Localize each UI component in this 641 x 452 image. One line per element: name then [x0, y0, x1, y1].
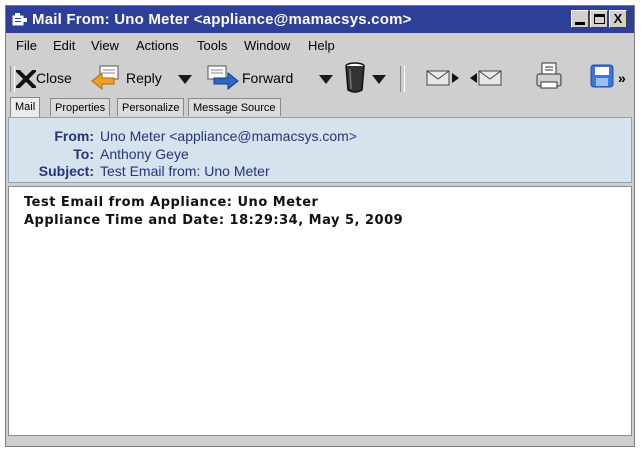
to-value[interactable]: Anthony Geye — [100, 146, 189, 162]
trash-dropdown-icon[interactable] — [372, 75, 386, 84]
toolbar: Close Reply Forward » — [6, 58, 634, 98]
mail-window-icon — [12, 13, 27, 26]
menu-window[interactable]: Window — [244, 38, 290, 53]
reply-icon — [91, 65, 119, 91]
menu-tools[interactable]: Tools — [197, 38, 227, 53]
tab-properties[interactable]: Properties — [50, 98, 111, 116]
window-title: Mail From: Uno Meter <appliance@mamacsys… — [32, 11, 412, 28]
close-button[interactable]: Close — [16, 62, 82, 94]
toolbar-grip — [10, 66, 15, 92]
tab-personalize[interactable]: Personalize — [117, 98, 185, 116]
tab-mail[interactable]: Mail — [10, 97, 41, 117]
close-x-icon — [16, 70, 36, 88]
title-bar[interactable]: Mail From: Uno Meter <appliance@mamacsys… — [6, 6, 634, 33]
close-icon: X — [613, 11, 623, 26]
menu-bar: File Edit View Actions Tools Window Help — [6, 34, 634, 56]
reply-dropdown-icon[interactable] — [178, 75, 192, 84]
close-label: Close — [36, 70, 72, 86]
menu-edit[interactable]: Edit — [53, 38, 75, 53]
message-body[interactable]: Test Email from Appliance: Uno Meter App… — [8, 186, 632, 436]
body-line: Test Email from Appliance: Uno Meter — [24, 195, 319, 210]
maximize-icon — [594, 14, 605, 24]
menu-help[interactable]: Help — [308, 38, 335, 53]
to-label: To: — [73, 146, 94, 162]
save-icon[interactable] — [590, 64, 614, 88]
mail-window: Mail From: Uno Meter <appliance@mamacsys… — [5, 5, 635, 447]
forward-label: Forward — [242, 70, 294, 86]
forward-button[interactable]: Forward — [206, 62, 306, 94]
reply-button[interactable]: Reply — [90, 62, 174, 94]
close-window-button[interactable]: X — [609, 10, 627, 28]
print-icon[interactable] — [536, 62, 562, 90]
tab-strip: Mail Properties Personalize Message Sour… — [6, 97, 634, 117]
subject-label: Subject: — [38, 163, 94, 179]
body-line: Appliance Time and Date: 18:29:34, May 5… — [24, 213, 404, 228]
next-message-icon[interactable] — [426, 68, 460, 88]
from-value[interactable]: Uno Meter <appliance@mamacsys.com> — [100, 128, 357, 144]
more-tools-icon[interactable]: » — [618, 70, 626, 86]
minimize-icon — [575, 22, 585, 25]
forward-dropdown-icon[interactable] — [319, 75, 333, 84]
menu-file[interactable]: File — [16, 38, 37, 53]
forward-icon — [207, 65, 239, 91]
trash-can-icon[interactable] — [343, 60, 367, 94]
toolbar-separator — [400, 66, 405, 92]
reply-label: Reply — [126, 70, 162, 86]
minimize-button[interactable] — [571, 10, 589, 28]
status-bar — [8, 437, 632, 446]
menu-actions[interactable]: Actions — [136, 38, 179, 53]
menu-view[interactable]: View — [91, 38, 119, 53]
maximize-button[interactable] — [590, 10, 608, 28]
subject-value: Test Email from: Uno Meter — [100, 163, 270, 179]
message-header: From: Uno Meter <appliance@mamacsys.com>… — [8, 117, 632, 183]
tab-message-source[interactable]: Message Source — [188, 98, 281, 116]
previous-message-icon[interactable] — [469, 68, 503, 88]
from-label: From: — [54, 128, 94, 144]
